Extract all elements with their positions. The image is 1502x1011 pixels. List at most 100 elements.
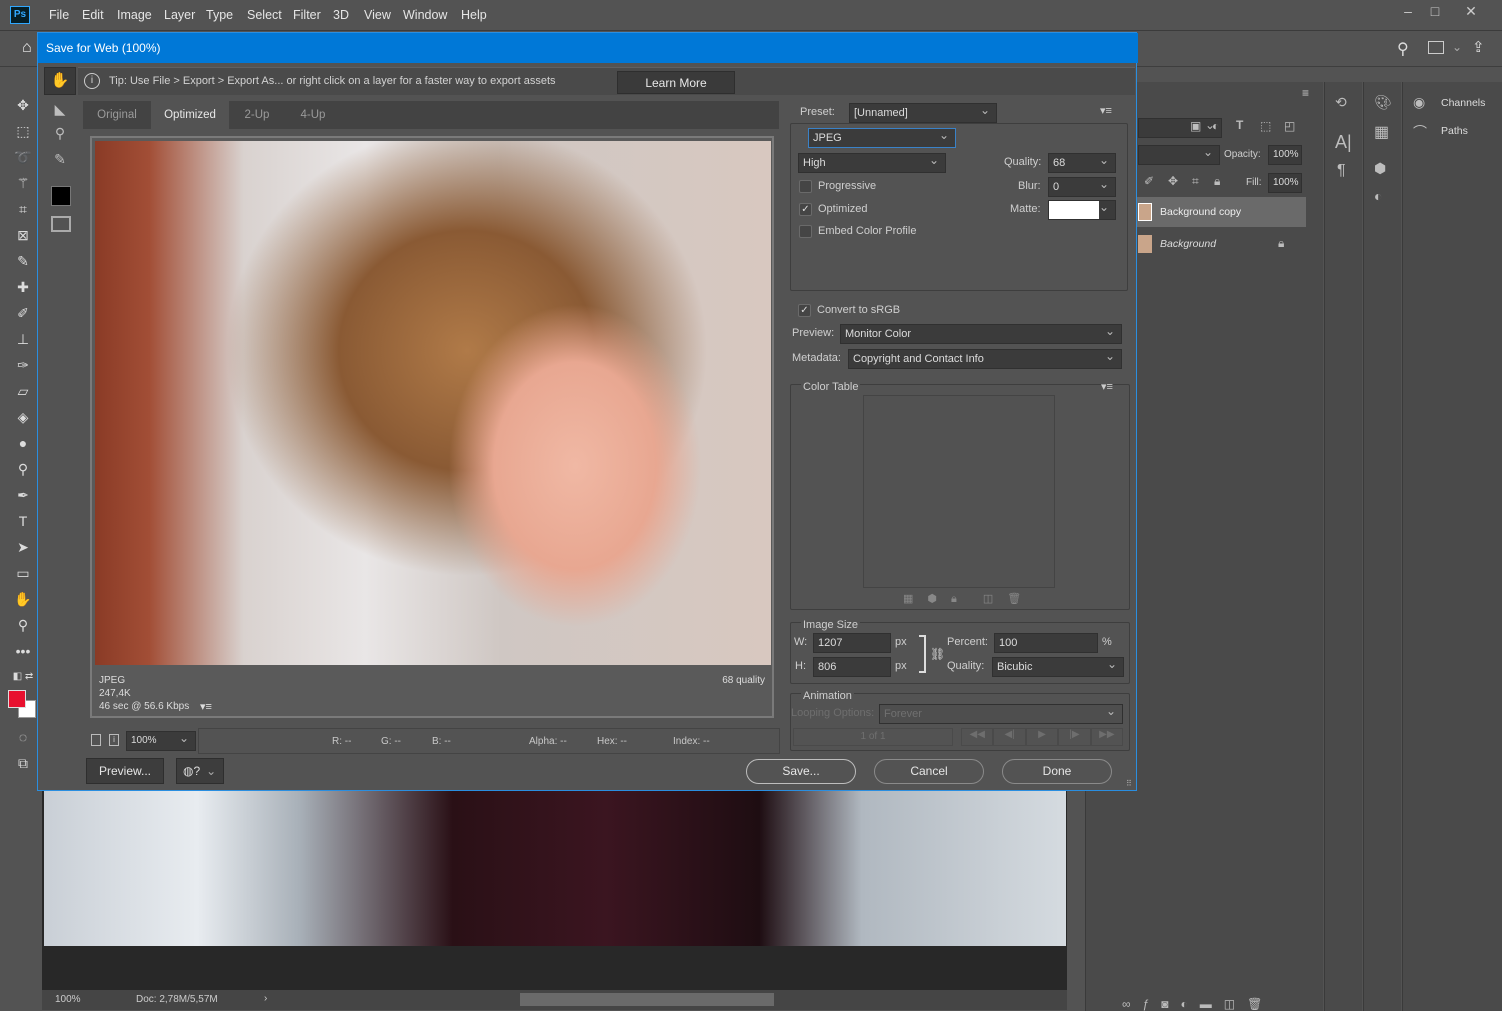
swatches-icon[interactable]: ▦	[1374, 122, 1389, 142]
matte-dropdown[interactable]	[1048, 198, 1116, 220]
delete-layer-icon[interactable]: 🗑︎	[1247, 997, 1274, 1011]
character-icon[interactable]: A|	[1335, 132, 1352, 153]
filter-pixel-icon[interactable]: ▣	[1190, 119, 1201, 133]
workspace-dropdown-icon[interactable]: ⌄	[1452, 40, 1462, 54]
new-color-icon[interactable]: ◫	[983, 593, 1007, 605]
menu-view[interactable]: View	[364, 8, 391, 22]
cancel-button[interactable]: Cancel	[874, 759, 984, 784]
preview-image[interactable]	[95, 141, 771, 665]
zoom-level[interactable]: 100%	[55, 994, 81, 1005]
crop-tool-icon[interactable]: ⌗	[8, 196, 38, 222]
rectangle-tool-icon[interactable]: ▭	[8, 560, 38, 586]
zoom-dropdown[interactable]: 100%	[126, 729, 196, 751]
search-icon[interactable]: ⚲	[1397, 39, 1409, 59]
filter-type-icon[interactable]: T	[1236, 118, 1243, 132]
eyedropper-tool-icon[interactable]: ✎	[8, 248, 38, 274]
menu-select[interactable]: Select	[247, 8, 282, 22]
preset-dropdown[interactable]: [Unnamed]	[849, 101, 997, 123]
filter-adjustment-icon[interactable]: ◐	[1212, 119, 1219, 133]
type-tool-icon[interactable]: T	[8, 508, 38, 534]
add-mask-icon[interactable]: ◙	[1161, 997, 1180, 1011]
channels-label[interactable]: Channels	[1441, 97, 1485, 109]
more-tools-icon[interactable]: •••	[8, 638, 38, 664]
tab-4-up[interactable]: 4-Up	[285, 101, 341, 129]
close-window-button[interactable]: ✕	[1453, 0, 1489, 22]
maximize-button[interactable]: □	[1417, 0, 1453, 22]
menu-type[interactable]: Type	[206, 8, 233, 22]
blur-field[interactable]: 0	[1048, 175, 1116, 197]
progressive-checkbox[interactable]	[799, 180, 812, 193]
quality-field[interactable]: 68	[1048, 151, 1116, 173]
brush-tool-icon[interactable]: ✐	[8, 300, 38, 326]
eyedropper-tool-icon[interactable]: ✎	[48, 151, 72, 168]
color-table-menu-icon[interactable]: ▾≡	[1101, 380, 1113, 393]
pen-tool-icon[interactable]: ✒	[8, 482, 38, 508]
layer-row-background[interactable]: Background 🔒︎	[1136, 229, 1306, 259]
delete-color-icon[interactable]: 🗑︎	[1007, 593, 1035, 605]
quick-mask-icon[interactable]: ◌	[8, 724, 38, 750]
menu-edit[interactable]: Edit	[82, 8, 104, 22]
toggle-info-icon[interactable]: i	[109, 734, 119, 746]
optimized-preview[interactable]: JPEG 247,4K 46 sec @ 56.6 Kbps ▾≡ 68 qua…	[90, 136, 774, 718]
panel-menu-icon[interactable]: ≡	[1302, 86, 1309, 100]
learn-more-button[interactable]: Learn More	[617, 71, 735, 94]
tab-optimized[interactable]: Optimized	[151, 101, 229, 129]
save-button[interactable]: Save...	[746, 759, 856, 784]
history-icon[interactable]: ⟲	[1335, 94, 1347, 111]
toggle-view-icon[interactable]	[91, 734, 101, 746]
next-frame-icon[interactable]: |▶	[1058, 728, 1091, 746]
screen-mode-icon[interactable]: ⧉	[8, 750, 38, 776]
previous-frame-icon[interactable]: ◀|	[993, 728, 1026, 746]
foreground-color-swatch[interactable]	[8, 690, 26, 708]
menu-help[interactable]: Help	[461, 8, 487, 22]
horizontal-scrollbar[interactable]	[520, 993, 774, 1006]
width-field[interactable]: 1207	[813, 633, 891, 653]
fx-icon[interactable]: ƒ	[1143, 997, 1162, 1011]
eyedropper-color-swatch[interactable]	[51, 186, 71, 206]
browser-preview-button[interactable]: ◍? ⌄	[176, 758, 224, 784]
paragraph-icon[interactable]: ¶	[1337, 162, 1346, 180]
move-tool-icon[interactable]: ✥	[8, 92, 38, 118]
menu-image[interactable]: Image	[117, 8, 152, 22]
layer-filter-dropdown[interactable]	[1138, 116, 1222, 138]
color-palette-icon[interactable]: 🎨︎	[1374, 94, 1392, 111]
eraser-tool-icon[interactable]: ▱	[8, 378, 38, 404]
healing-brush-icon[interactable]: ✚	[8, 274, 38, 300]
percent-field[interactable]: 100	[994, 633, 1098, 653]
slice-select-tool-icon[interactable]: ◣	[48, 101, 72, 118]
swap-colors-icon[interactable]: ◧ ⇄	[8, 664, 38, 690]
menu-window[interactable]: Window	[403, 8, 447, 22]
metadata-dropdown[interactable]: Copyright and Contact Info	[848, 347, 1122, 369]
hand-tool-icon[interactable]: ✋	[8, 586, 38, 612]
marquee-tool-icon[interactable]: ⬚	[8, 118, 38, 144]
paint-bucket-icon[interactable]: ◈	[8, 404, 38, 430]
status-menu-arrow[interactable]: ›	[264, 993, 267, 1004]
link-layers-icon[interactable]: ∞	[1122, 997, 1143, 1011]
paths-icon[interactable]: ⌒	[1413, 122, 1427, 142]
preview-button[interactable]: Preview...	[86, 758, 164, 784]
lasso-tool-icon[interactable]: ➰	[8, 144, 38, 170]
convert-srgb-checkbox[interactable]: ✓	[798, 304, 811, 317]
adjustments-icon[interactable]: ◐	[1374, 188, 1382, 204]
menu-3d[interactable]: 3D	[333, 8, 349, 22]
share-icon[interactable]: ⇪	[1472, 38, 1485, 56]
done-button[interactable]: Done	[1002, 759, 1112, 784]
filter-shape-icon[interactable]: ⬚	[1260, 119, 1271, 133]
web-shift-icon[interactable]: ⬢	[927, 593, 951, 605]
tab-original[interactable]: Original	[83, 101, 151, 129]
blend-mode-dropdown[interactable]	[1138, 143, 1220, 165]
workspace-icon[interactable]	[1428, 41, 1444, 54]
embed-color-profile-checkbox[interactable]	[799, 225, 812, 238]
optimized-checkbox[interactable]: ✓	[799, 203, 812, 216]
optimize-menu-icon[interactable]: ▾≡	[1100, 104, 1112, 117]
path-selection-icon[interactable]: ➤	[8, 534, 38, 560]
blur-tool-icon[interactable]: ●	[8, 430, 38, 456]
filter-smart-object-icon[interactable]: ◰	[1284, 119, 1295, 133]
looping-options-dropdown[interactable]: Forever	[879, 702, 1123, 724]
new-layer-icon[interactable]: ◫	[1224, 997, 1247, 1011]
color-table-grid[interactable]	[863, 395, 1055, 588]
file-format-dropdown[interactable]: JPEG	[808, 126, 956, 148]
zoom-tool-icon[interactable]: ⚲	[8, 612, 38, 638]
new-group-icon[interactable]: ▬	[1200, 997, 1224, 1011]
opacity-field[interactable]: 100%	[1268, 145, 1302, 165]
